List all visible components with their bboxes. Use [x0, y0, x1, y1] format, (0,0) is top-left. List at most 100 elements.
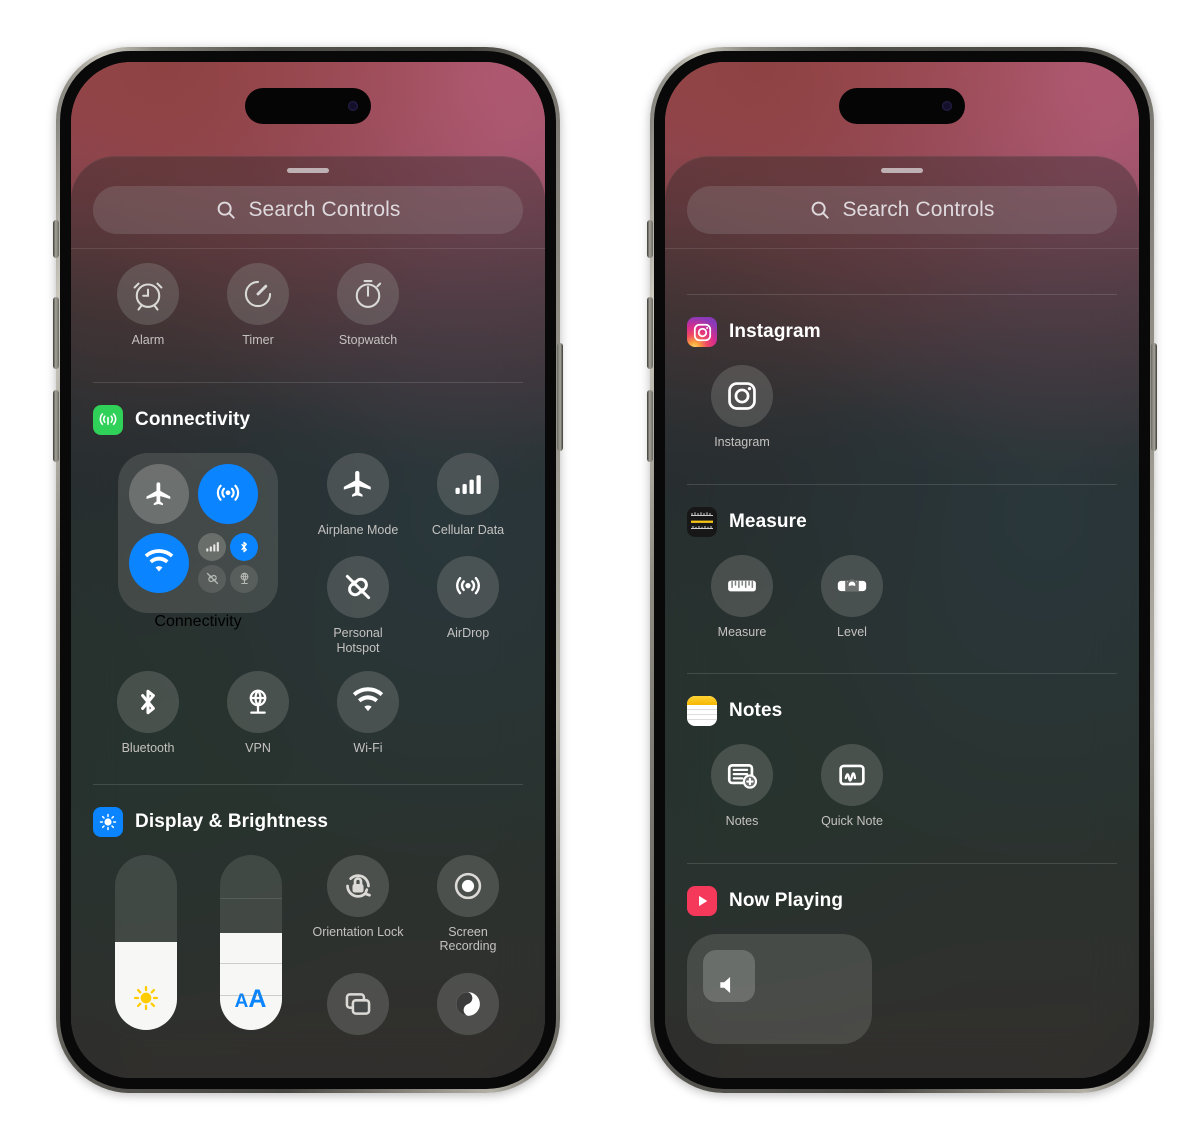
action-button[interactable] — [53, 220, 59, 258]
divider — [687, 483, 1117, 485]
wifi-icon — [337, 671, 399, 733]
control-label: Level — [837, 624, 867, 639]
measure-app-icon — [687, 506, 717, 537]
toggle-bluetooth[interactable] — [230, 532, 258, 561]
front-camera-icon — [942, 101, 952, 111]
control-airdrop[interactable]: AirDrop — [413, 556, 523, 655]
control-label: Instagram — [714, 435, 770, 449]
volume-up-button[interactable] — [53, 297, 59, 369]
new-note-icon — [711, 744, 773, 806]
control-bluetooth[interactable]: Bluetooth — [93, 671, 203, 756]
dark-mode-icon — [437, 972, 499, 1035]
control-cellular-data[interactable]: Cellular Data — [413, 452, 523, 538]
control-vpn[interactable]: VPN — [203, 671, 313, 756]
control-quick-note[interactable]: Quick Note — [797, 744, 907, 829]
toggle-vpn[interactable] — [230, 564, 258, 593]
connectivity-module-icon — [118, 452, 278, 613]
control-screen-mirroring[interactable] — [303, 972, 413, 1043]
search-input[interactable]: Search Controls — [687, 186, 1117, 234]
control-instagram[interactable]: Instagram — [687, 365, 797, 450]
sheet-grabber[interactable] — [287, 168, 329, 173]
group-title: Now Playing — [729, 889, 844, 911]
group-header-connectivity: Connectivity — [93, 404, 523, 435]
toggle-cellular-data[interactable] — [198, 532, 226, 561]
control-center-panel-right: Search Controls Instagram Instagram Meas… — [665, 156, 1139, 1078]
toggle-personal-hotspot[interactable] — [198, 564, 226, 593]
device-screen-left: Search Controls Alarm Timer Stopwatch Co… — [71, 62, 545, 1078]
control-screen-recording[interactable]: Screen Recording — [413, 854, 523, 954]
group-title: Display & Brightness — [135, 810, 329, 832]
control-label: Timer — [242, 333, 274, 347]
device-screen-right: Search Controls Instagram Instagram Meas… — [665, 62, 1139, 1078]
control-text-size-slider[interactable]: AA — [198, 854, 303, 1030]
control-label: Cellular Data — [431, 522, 505, 537]
control-connectivity-module[interactable]: Connectivity — [93, 452, 303, 631]
control-label: Airplane Mode — [317, 522, 399, 537]
divider — [93, 783, 523, 785]
control-wifi[interactable]: Wi-Fi — [313, 671, 423, 756]
toggle-cellular[interactable] — [198, 463, 258, 524]
group-header-instagram: Instagram — [687, 317, 1117, 347]
search-icon — [809, 199, 831, 221]
control-alarm[interactable]: Alarm — [93, 263, 203, 348]
group-header-measure: Measure — [687, 506, 1117, 537]
volume-down-button[interactable] — [53, 390, 59, 462]
orientation-lock-icon — [327, 854, 389, 917]
search-placeholder: Search Controls — [842, 198, 995, 221]
brightness-slider[interactable] — [114, 854, 177, 1030]
iphone-device-left: Search Controls Alarm Timer Stopwatch Co… — [53, 47, 563, 1093]
control-brightness-slider[interactable] — [93, 854, 198, 1030]
control-label: Orientation Lock — [312, 924, 404, 939]
control-notes[interactable]: Notes — [687, 744, 797, 829]
power-button[interactable] — [557, 343, 563, 451]
power-button[interactable] — [1151, 343, 1157, 451]
notes-app-icon — [687, 696, 717, 726]
control-airplane-mode[interactable]: Airplane Mode — [303, 452, 413, 538]
toggle-wifi[interactable] — [129, 532, 189, 593]
bluetooth-icon — [117, 671, 179, 733]
control-personal-hotspot[interactable]: Personal Hotspot — [303, 556, 413, 655]
control-now-playing-widget[interactable] — [687, 933, 872, 1044]
device-bezel: Search Controls — [60, 51, 556, 1089]
control-label: Measure — [717, 624, 767, 639]
control-dark-mode[interactable] — [413, 972, 523, 1043]
screen-mirroring-icon — [327, 972, 389, 1035]
control-label: Bluetooth — [121, 741, 175, 755]
text-size-slider[interactable]: AA — [219, 854, 282, 1030]
action-button[interactable] — [647, 220, 653, 258]
group-title: Connectivity — [135, 408, 251, 430]
search-input[interactable]: Search Controls — [93, 186, 523, 234]
control-measure[interactable]: Measure — [687, 554, 797, 640]
volume-up-button[interactable] — [647, 297, 653, 369]
divider — [665, 248, 1139, 249]
control-timer[interactable]: Timer — [203, 263, 313, 348]
group-title: Notes — [729, 700, 783, 721]
stopwatch-icon — [337, 263, 399, 325]
instagram-glyph-icon — [711, 365, 773, 427]
control-center-panel-left: Search Controls Alarm Timer Stopwatch Co… — [71, 156, 545, 1078]
ruler-icon — [711, 554, 773, 617]
control-label: AirDrop — [446, 626, 490, 640]
now-playing-app-icon — [687, 885, 717, 916]
divider — [687, 862, 1117, 864]
control-orientation-lock[interactable]: Orientation Lock — [303, 854, 413, 954]
group-header-display: Display & Brightness — [93, 806, 523, 837]
volume-down-button[interactable] — [647, 390, 653, 462]
divider — [93, 381, 523, 383]
search-icon — [215, 199, 237, 221]
control-label: Quick Note — [821, 814, 883, 828]
brightness-app-icon — [93, 806, 123, 837]
dynamic-island — [839, 88, 965, 124]
toggle-airplane-mode[interactable] — [129, 463, 189, 524]
hotspot-off-icon — [327, 556, 389, 618]
screen-record-icon — [437, 854, 499, 917]
control-stopwatch[interactable]: Stopwatch — [313, 263, 423, 348]
search-placeholder: Search Controls — [248, 198, 401, 221]
sheet-grabber[interactable] — [881, 168, 923, 173]
control-label: VPN — [245, 741, 271, 755]
control-level[interactable]: Level — [797, 554, 907, 640]
level-icon — [821, 554, 883, 617]
dynamic-island — [245, 88, 371, 124]
control-label: Notes — [725, 814, 759, 828]
control-label: Connectivity — [154, 612, 242, 630]
